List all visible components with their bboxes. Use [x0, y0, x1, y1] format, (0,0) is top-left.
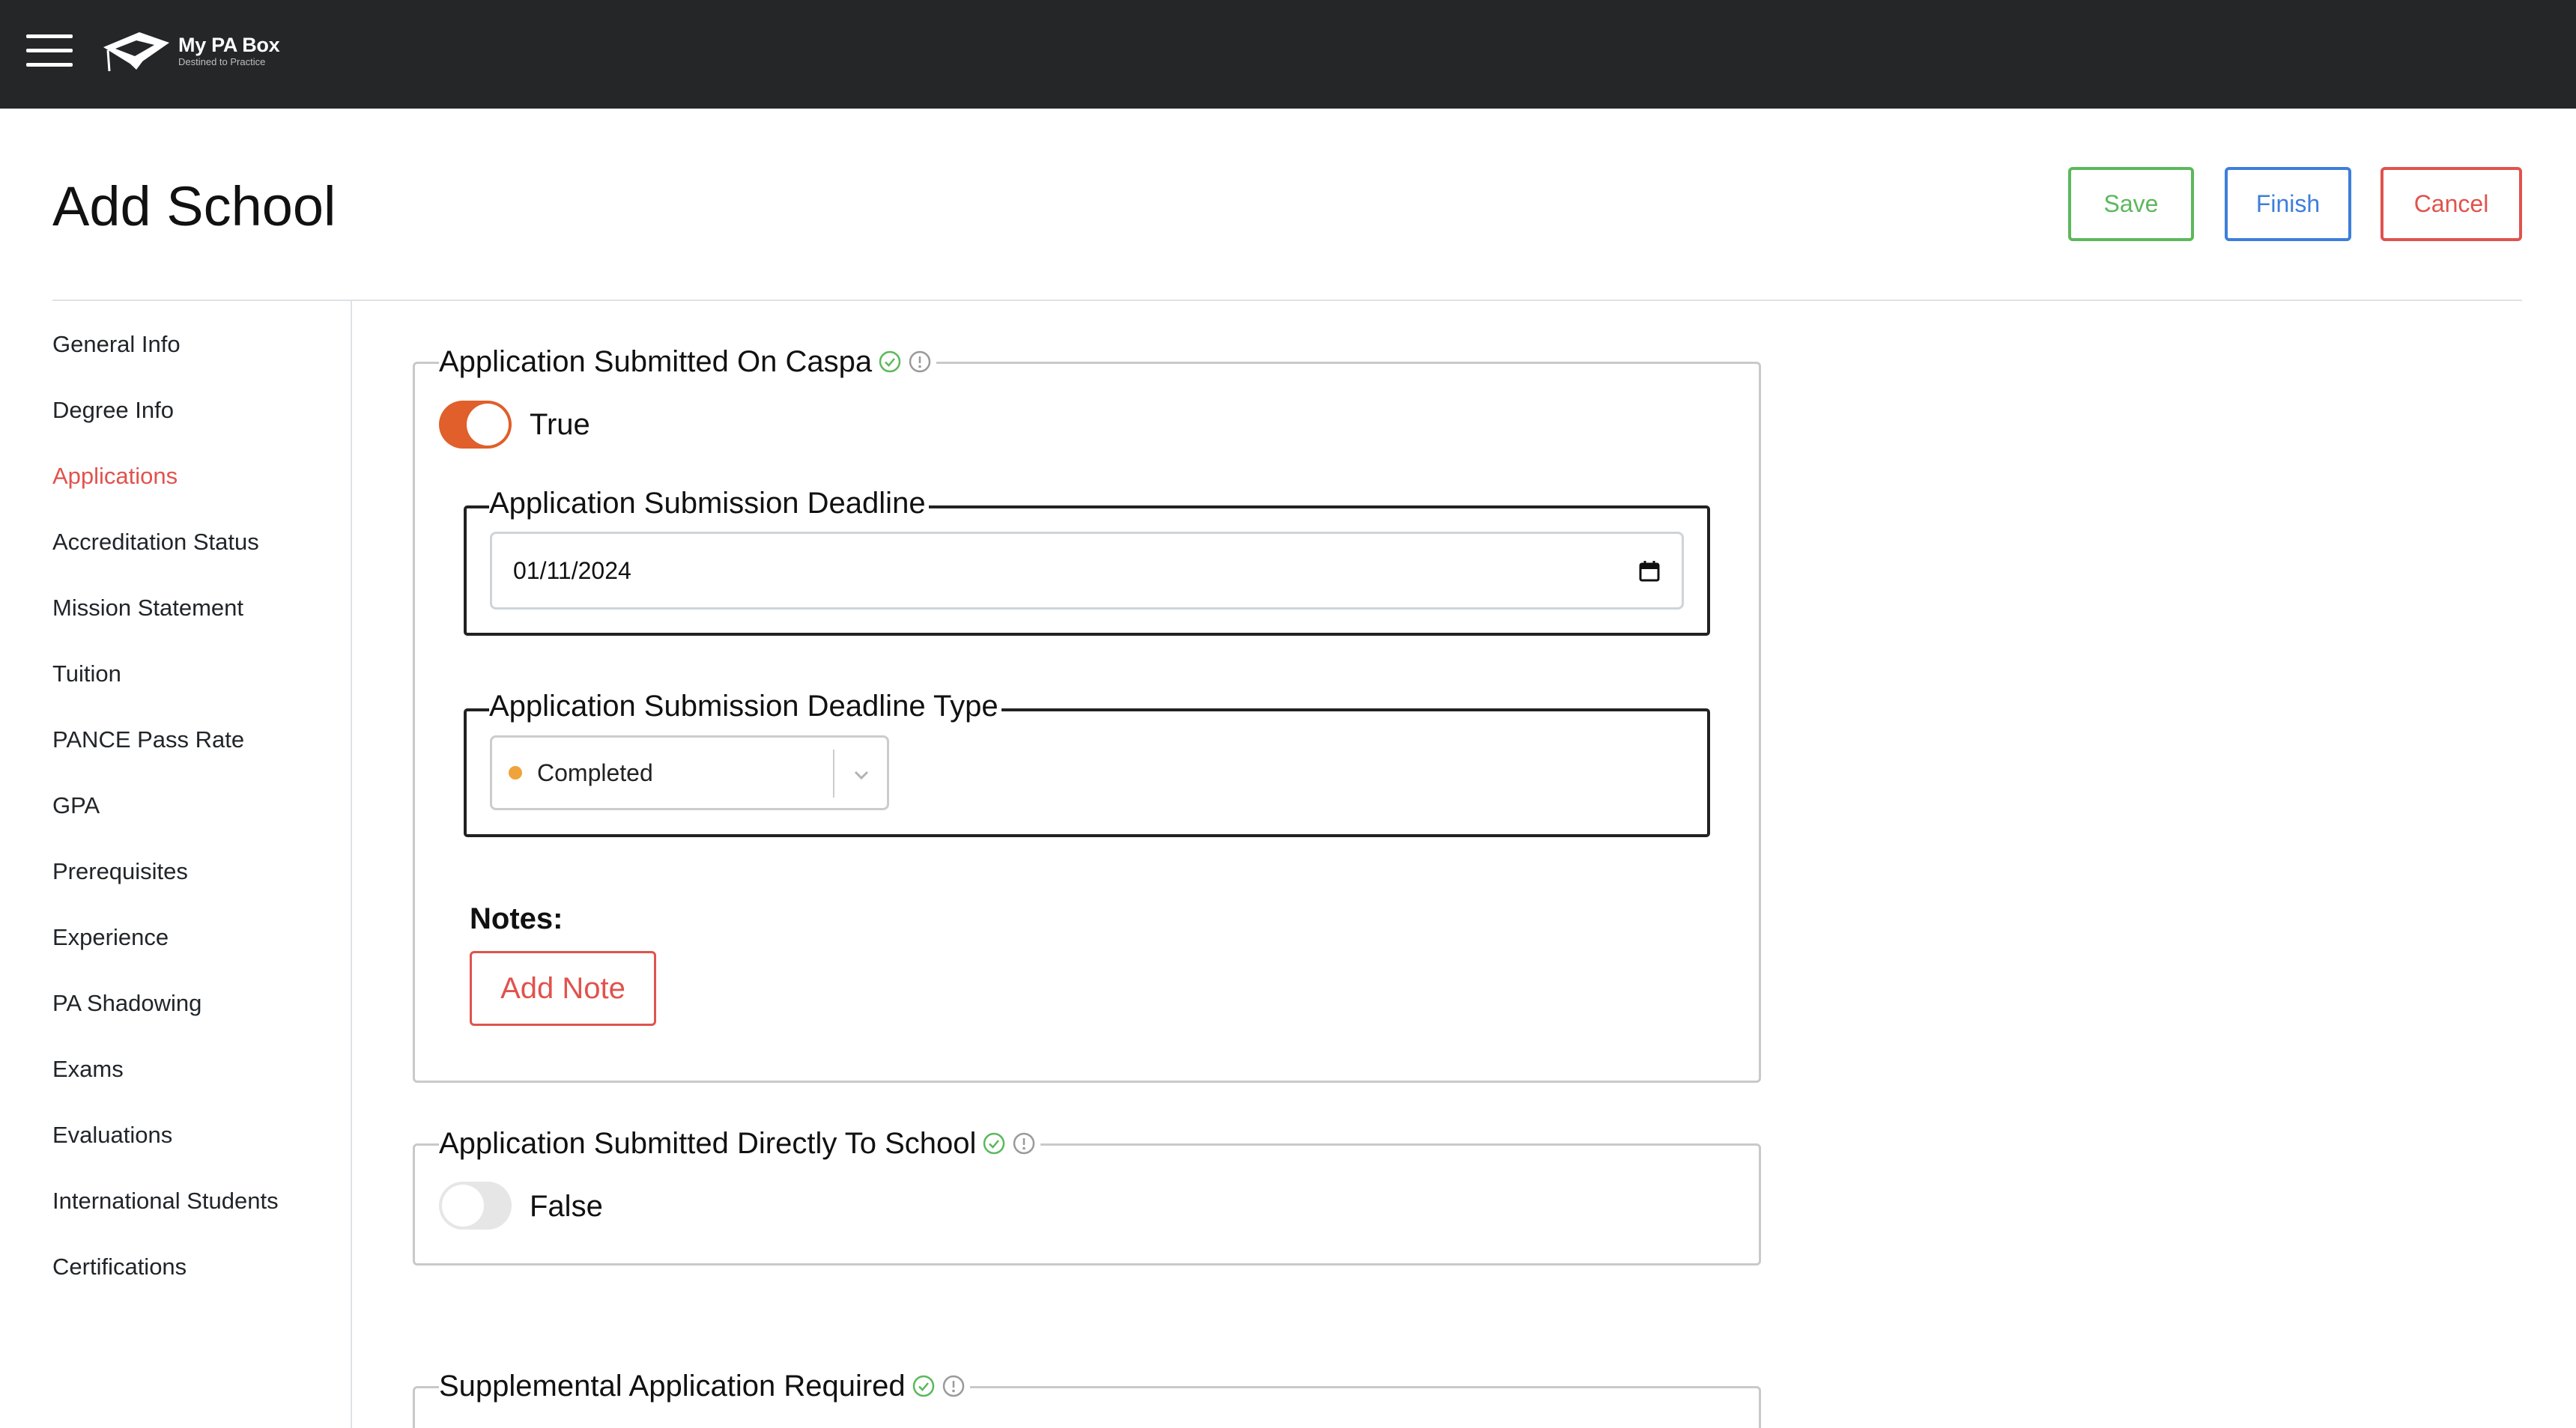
sidebar-item-accreditation-status[interactable]: Accreditation Status: [52, 527, 259, 557]
sidebar-item-international-students[interactable]: International Students: [52, 1186, 279, 1216]
caspa-legend: Application Submitted On Caspa: [439, 343, 937, 380]
sidebar-item-degree-info[interactable]: Degree Info: [52, 395, 174, 425]
sidebar-item-pa-shadowing[interactable]: PA Shadowing: [52, 988, 201, 1018]
header-divider: [52, 300, 2522, 301]
section-sidebar: General Info Degree Info Applications Ac…: [0, 301, 352, 1428]
menu-bar: [26, 63, 73, 67]
sidebar-item-prerequisites[interactable]: Prerequisites: [52, 857, 188, 887]
check-circle-icon: [879, 350, 901, 373]
calendar-icon[interactable]: [1638, 559, 1661, 583]
caspa-toggle-label: True: [530, 408, 590, 441]
finish-button[interactable]: Finish: [2225, 167, 2351, 241]
app-name: My PA Box: [178, 34, 280, 56]
sidebar-item-exams[interactable]: Exams: [52, 1054, 124, 1084]
deadline-date-input[interactable]: 01/11/2024: [490, 532, 1684, 610]
menu-bar: [26, 49, 73, 52]
direct-toggle-label: False: [530, 1190, 603, 1223]
supplemental-legend: Supplemental Application Required: [439, 1367, 970, 1405]
direct-legend-text: Application Submitted Directly To School: [439, 1127, 977, 1160]
chevron-down-icon[interactable]: [849, 763, 873, 787]
top-navbar: My PA Box Destined to Practice: [0, 0, 2576, 109]
cancel-button[interactable]: Cancel: [2380, 167, 2522, 241]
notes-label: Notes:: [470, 902, 563, 935]
sidebar-item-pance-pass-rate[interactable]: PANCE Pass Rate: [52, 725, 244, 755]
app-logo[interactable]: My PA Box Destined to Practice: [102, 27, 280, 75]
check-circle-icon: [912, 1375, 934, 1397]
page-title: Add School: [52, 175, 336, 237]
sidebar-item-general-info[interactable]: General Info: [52, 329, 181, 359]
app-tagline: Destined to Practice: [178, 56, 266, 67]
info-circle-icon[interactable]: [942, 1374, 966, 1398]
caspa-legend-text: Application Submitted On Caspa: [439, 345, 873, 378]
menu-bar: [26, 34, 73, 38]
deadline-type-select[interactable]: Completed: [490, 735, 889, 810]
toggle-knob: [467, 404, 509, 446]
add-note-button[interactable]: Add Note: [470, 951, 656, 1026]
supplemental-legend-text: Supplemental Application Required: [439, 1370, 906, 1403]
sidebar-item-certifications[interactable]: Certifications: [52, 1252, 187, 1282]
deadline-type-legend: Application Submission Deadline Type: [489, 687, 1001, 725]
deadline-date-value: 01/11/2024: [513, 556, 631, 584]
sidebar-item-evaluations[interactable]: Evaluations: [52, 1120, 172, 1150]
toggle-knob: [442, 1185, 484, 1227]
hamburger-menu-icon[interactable]: [26, 33, 73, 69]
deadline-type-value: Completed: [537, 759, 653, 786]
sidebar-item-tuition[interactable]: Tuition: [52, 659, 121, 689]
save-button[interactable]: Save: [2068, 167, 2194, 241]
sidebar-item-gpa[interactable]: GPA: [52, 791, 100, 821]
sidebar-item-applications[interactable]: Applications: [52, 461, 178, 491]
direct-toggle[interactable]: [439, 1182, 512, 1230]
caspa-toggle[interactable]: [439, 401, 512, 449]
info-circle-icon[interactable]: [1012, 1131, 1036, 1155]
check-circle-icon: [984, 1132, 1005, 1155]
graduation-cap-logo-icon: [103, 32, 169, 72]
deadline-legend: Application Submission Deadline: [489, 484, 929, 522]
direct-legend: Application Submitted Directly To School: [439, 1125, 1041, 1162]
select-separator: [833, 750, 834, 797]
info-circle-icon[interactable]: [908, 350, 932, 374]
status-dot: [509, 766, 522, 780]
sidebar-item-experience[interactable]: Experience: [52, 923, 169, 952]
sidebar-item-mission-statement[interactable]: Mission Statement: [52, 593, 243, 623]
